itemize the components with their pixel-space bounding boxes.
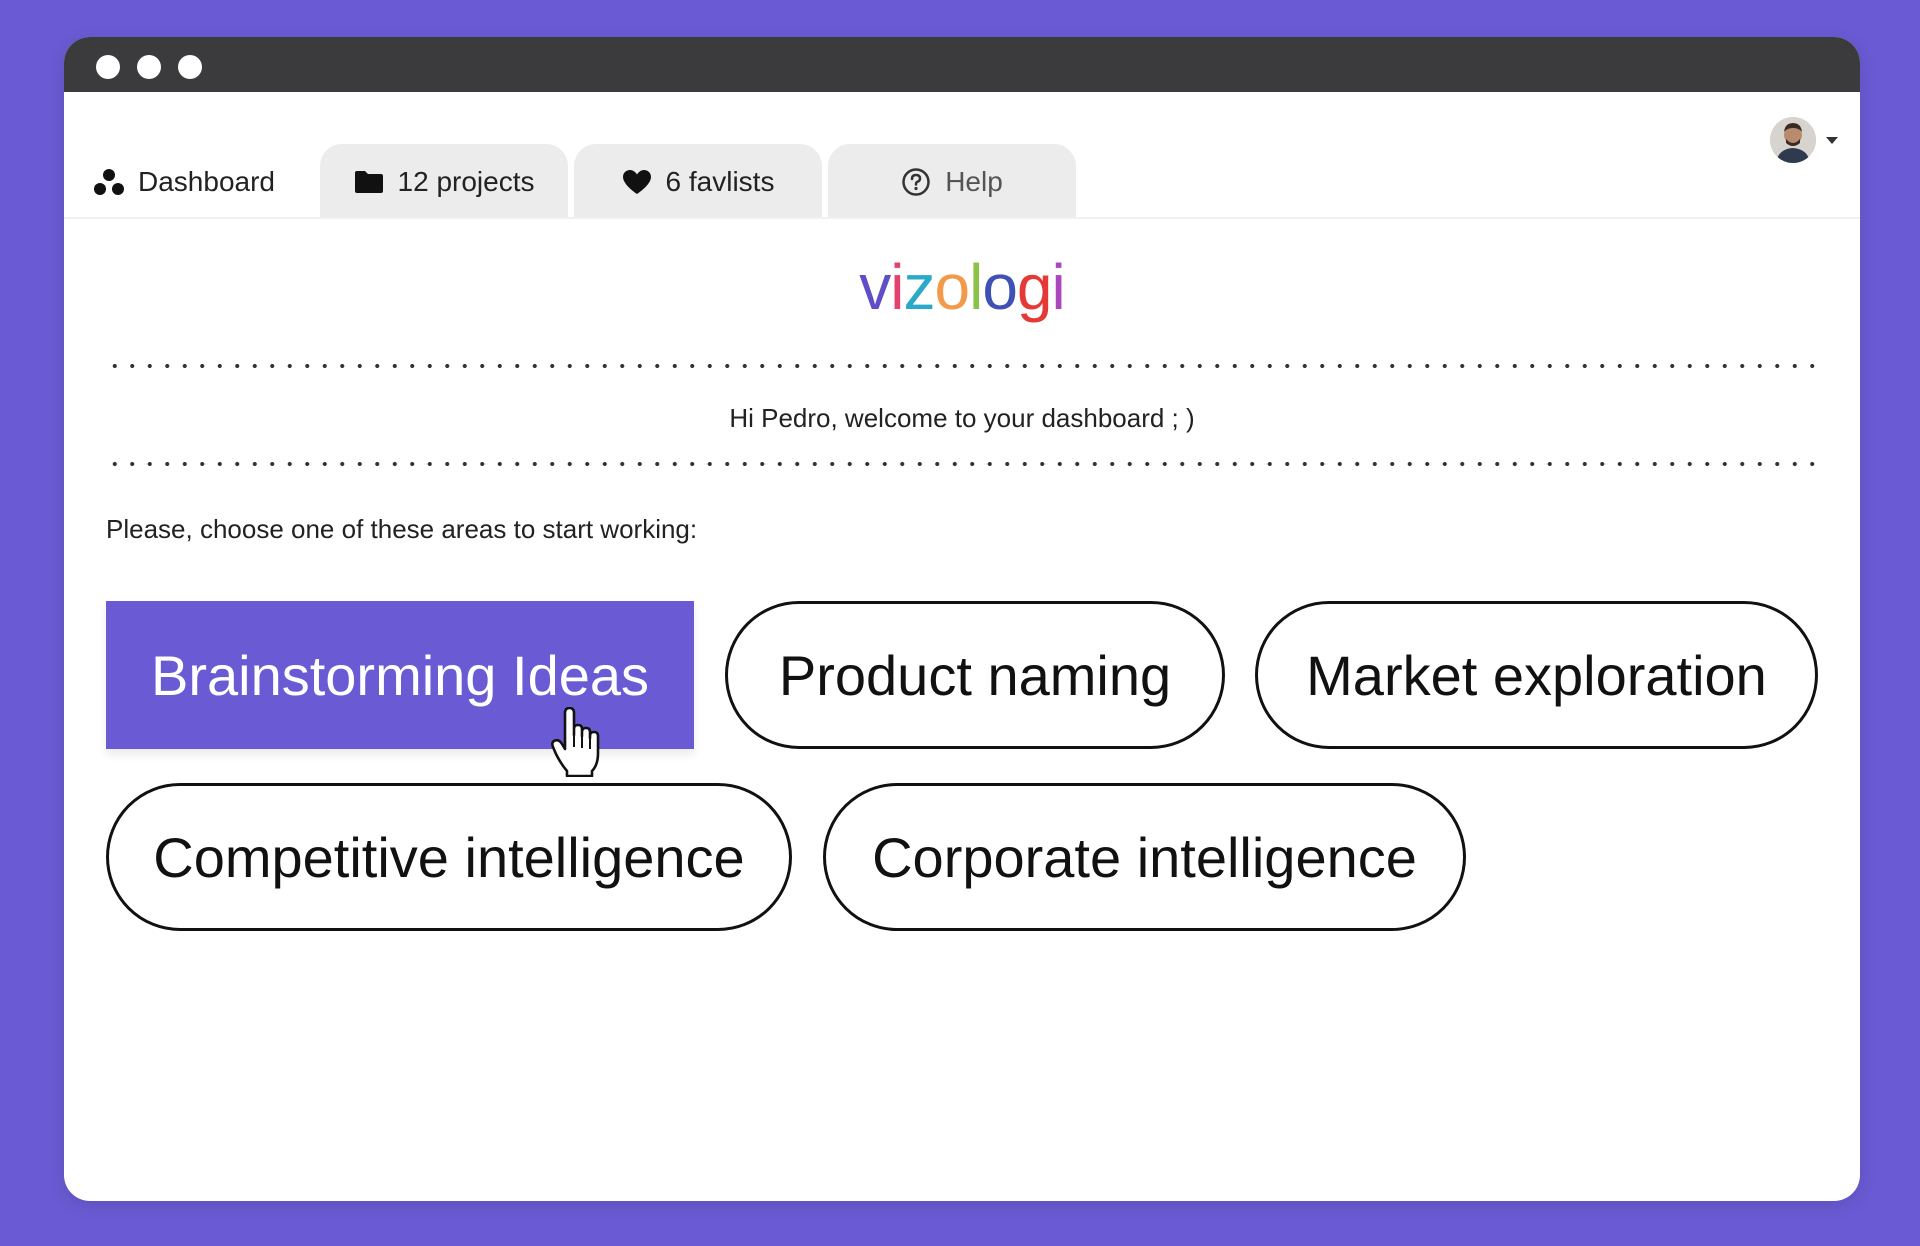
logo-letter: o [934, 251, 971, 323]
caret-down-icon[interactable] [1826, 136, 1838, 144]
area-prompt: Please, choose one of these areas to sta… [106, 514, 698, 544]
dashboard-icon [94, 168, 124, 196]
area-product-naming-button[interactable]: Product naming [725, 601, 1225, 749]
window-maximize-button[interactable] [178, 55, 202, 79]
dotted-divider-top [106, 363, 1818, 369]
heart-icon [622, 169, 652, 195]
tab-favlists[interactable]: 6 favlists [574, 144, 822, 219]
logo-text: vizologi [859, 251, 1066, 323]
logo-letter: o [982, 251, 1018, 323]
area-competitive-intelligence-button[interactable]: Competitive intelligence [106, 783, 792, 931]
welcome-message: Hi Pedro, welcome to your dashboard ; ) [729, 403, 1195, 433]
user-avatar[interactable] [1770, 117, 1816, 163]
area-brainstorming-ideas-button[interactable]: Brainstorming Ideas [106, 601, 694, 749]
tab-label: Dashboard [138, 165, 275, 197]
tab-bar-divider [64, 217, 1860, 219]
tab-label: 6 favlists [665, 165, 775, 197]
hand-pointer-icon [551, 707, 600, 777]
tab-dashboard[interactable]: Dashboard [64, 144, 314, 219]
user-menu[interactable] [1770, 117, 1838, 163]
window-titlebar [64, 37, 1860, 92]
dotted-divider-bottom [106, 461, 1818, 467]
logo-letter: l [969, 251, 983, 323]
tab-label: 12 projects [397, 165, 535, 197]
window-minimize-button[interactable] [137, 55, 161, 79]
window-close-button[interactable] [96, 55, 120, 79]
logo-letter: v [859, 251, 891, 323]
logo-letter: i [890, 251, 904, 323]
logo-letter: g [1016, 251, 1053, 323]
area-corporate-intelligence-button[interactable]: Corporate intelligence [823, 783, 1466, 931]
vizologi-logo: vizologi [64, 255, 1860, 319]
tab-help[interactable]: Help [828, 144, 1076, 219]
logo-letter: z [903, 251, 936, 323]
tab-label: Help [945, 165, 1003, 197]
browser-window: Dashboard 12 projects 6 favlists Help vi… [64, 37, 1860, 1201]
logo-letter: i [1051, 251, 1066, 323]
folder-icon [354, 170, 384, 194]
tab-bar: Dashboard 12 projects 6 favlists Help [64, 92, 1860, 219]
tab-projects[interactable]: 12 projects [320, 144, 568, 219]
help-circle-icon [901, 167, 931, 197]
area-market-exploration-button[interactable]: Market exploration [1255, 601, 1818, 749]
